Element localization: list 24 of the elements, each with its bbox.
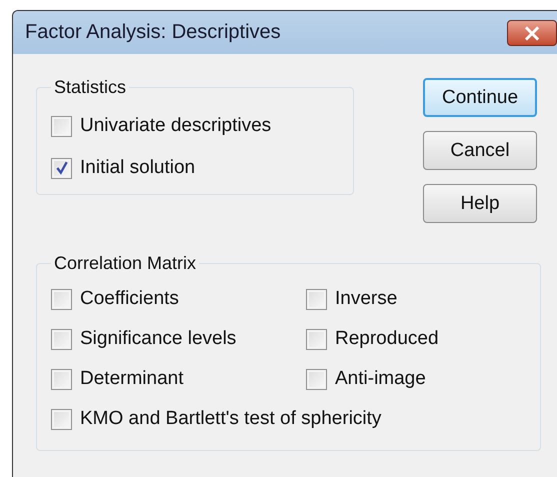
checkbox[interactable] xyxy=(306,368,327,390)
checkbox-label[interactable]: Inverse xyxy=(335,288,398,310)
checkbox-label[interactable]: Initial solution xyxy=(80,157,196,179)
group-title: Statistics xyxy=(53,77,128,98)
checkbox-label[interactable]: Coefficients xyxy=(80,288,179,310)
window-title: Factor Analysis: Descriptives xyxy=(25,21,281,44)
checkbox-label[interactable]: Determinant xyxy=(80,368,184,390)
dialog-button[interactable]: Help xyxy=(423,184,537,223)
dialog-button[interactable]: Continue xyxy=(423,78,537,117)
checkbox[interactable] xyxy=(51,158,72,178)
checkbox[interactable] xyxy=(51,408,72,430)
checkbox[interactable] xyxy=(51,368,72,390)
group-title: Correlation Matrix xyxy=(53,253,198,274)
checkbox[interactable] xyxy=(306,288,327,310)
dialog-button[interactable]: Cancel xyxy=(423,131,537,170)
checkbox[interactable] xyxy=(306,328,327,350)
checkbox[interactable] xyxy=(51,288,72,310)
checkbox-label[interactable]: Anti-image xyxy=(335,368,426,390)
checkbox[interactable] xyxy=(51,116,72,136)
checkbox-label[interactable]: Reproduced xyxy=(335,328,439,350)
checkbox-label[interactable]: Significance levels xyxy=(80,328,236,350)
checkbox[interactable] xyxy=(51,328,72,350)
checkbox-label[interactable]: Univariate descriptives xyxy=(80,115,272,137)
checkbox-label[interactable]: KMO and Bartlett's test of sphericity xyxy=(80,408,382,430)
